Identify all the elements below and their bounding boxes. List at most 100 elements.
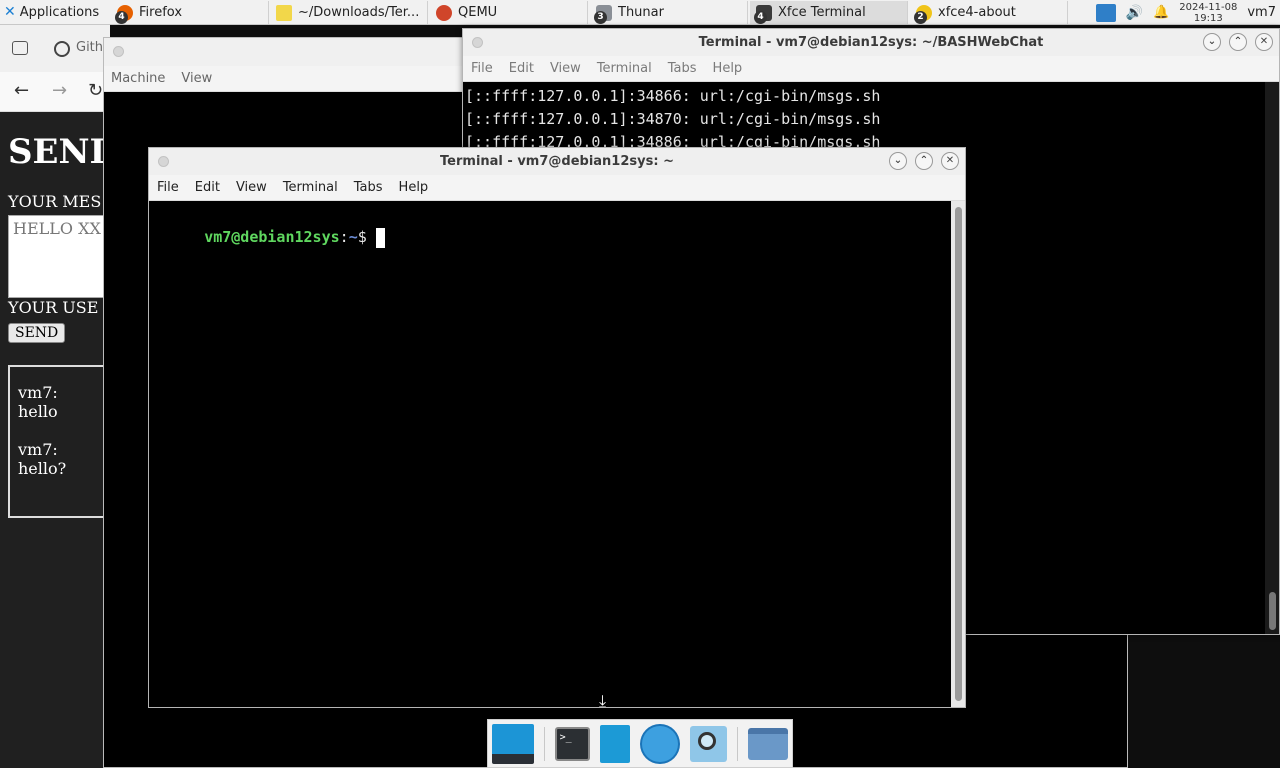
applications-menu[interactable]: ✕ Applications xyxy=(0,0,103,25)
task-text-editor[interactable]: ~/Downloads/Ter... xyxy=(270,1,428,24)
applications-label: Applications xyxy=(19,4,100,20)
menu-view[interactable]: View xyxy=(236,180,267,195)
minimize-icon[interactable]: ⌄ xyxy=(1203,33,1221,51)
reload-icon[interactable]: ↻ xyxy=(88,80,103,101)
prompt-user: vm7@debian12sys xyxy=(204,228,340,246)
window-title: Terminal - vm7@debian12sys: ~/BASHWebCha… xyxy=(698,35,1044,50)
terminal-line: [::ffff:127.0.0.1]:34870: url:/cgi-bin/m… xyxy=(465,110,881,128)
send-button[interactable]: SEND xyxy=(8,323,66,343)
task-label: Thunar xyxy=(618,5,664,20)
webchat-page: SENI YOUR MES HELLO XX YOUR USE SEND vm7… xyxy=(0,112,110,768)
scrollbar-thumb[interactable] xyxy=(955,207,962,701)
user-menu[interactable]: vm7 xyxy=(1247,5,1276,20)
menu-view[interactable]: View xyxy=(181,71,212,86)
task-qemu[interactable]: QEMU xyxy=(430,1,588,24)
menu-file[interactable]: File xyxy=(157,180,179,195)
prompt-symbol: $ xyxy=(357,228,367,246)
firefox-window: Githu ← → ↻ SENI YOUR MES HELLO XX YOUR … xyxy=(0,25,111,768)
file-manager-icon[interactable] xyxy=(600,724,631,763)
dock-separator xyxy=(737,726,739,761)
text-cursor xyxy=(375,227,385,248)
menu-tabs[interactable]: Tabs xyxy=(668,61,697,76)
terminal-icon[interactable]: >_ xyxy=(554,726,591,761)
terminal-window-home: Terminal - vm7@debian12sys: ~ ⌄ ⌃ ✕ File… xyxy=(148,147,966,708)
task-firefox[interactable]: 4 Firefox xyxy=(111,1,269,24)
menu-machine[interactable]: Machine xyxy=(111,71,165,86)
task-label: xfce4-about xyxy=(938,5,1016,20)
dock: >_ xyxy=(487,719,793,768)
close-icon[interactable]: ✕ xyxy=(1255,33,1273,51)
username-label: YOUR USE xyxy=(8,298,99,317)
window-menu-icon[interactable] xyxy=(113,46,124,57)
terminal-scrollbar[interactable] xyxy=(1265,82,1279,634)
close-icon[interactable]: ✕ xyxy=(941,152,959,170)
xfce-logo-icon: ✕ xyxy=(4,4,16,20)
terminal-scrollbar[interactable] xyxy=(951,201,965,707)
page-title: SENI xyxy=(8,132,106,172)
network-icon[interactable] xyxy=(1095,3,1116,22)
menu-help[interactable]: Help xyxy=(399,180,429,195)
firefox-nav-bar: ← → ↻ xyxy=(0,72,110,112)
message-text: hello? xyxy=(18,459,67,478)
menu-file[interactable]: File xyxy=(471,61,493,76)
message-label: YOUR MES xyxy=(8,192,102,211)
message-user: vm7: xyxy=(18,440,58,459)
menu-terminal[interactable]: Terminal xyxy=(597,61,652,76)
terminal-titlebar[interactable]: Terminal - vm7@debian12sys: ~/BASHWebCha… xyxy=(463,29,1279,56)
notifications-icon[interactable]: 🔔 xyxy=(1153,5,1169,20)
maximize-icon[interactable]: ⌃ xyxy=(1229,33,1247,51)
top-panel: ✕ Applications 4 Firefox ~/Downloads/Ter… xyxy=(0,0,1280,25)
clock[interactable]: 2024-11-08 19:13 xyxy=(1179,2,1237,24)
download-arrow-icon: ⤓ xyxy=(599,691,607,710)
task-label: Firefox xyxy=(139,5,183,20)
task-label: Xfce Terminal xyxy=(778,5,866,20)
app-finder-icon[interactable] xyxy=(689,725,728,762)
terminal-menubar: File Edit View Terminal Tabs Help xyxy=(149,175,965,201)
message-text: hello xyxy=(18,402,58,421)
forward-icon[interactable]: → xyxy=(52,80,67,101)
task-label: QEMU xyxy=(458,5,498,20)
about-icon: 2 xyxy=(914,4,932,24)
terminal-titlebar[interactable]: Terminal - vm7@debian12sys: ~ ⌄ ⌃ ✕ xyxy=(149,148,965,175)
task-xfce-terminal[interactable]: 4 Xfce Terminal xyxy=(750,1,908,24)
message-user: vm7: xyxy=(18,383,58,402)
system-tray: 🔊 🔔 2024-11-08 19:13 vm7 xyxy=(1095,0,1280,25)
task-thunar[interactable]: 3 Thunar xyxy=(590,1,748,24)
chat-messages: vm7: hello vm7: hello? xyxy=(8,365,108,518)
terminal-line: [::ffff:127.0.0.1]:34866: url:/cgi-bin/m… xyxy=(465,87,881,105)
terminal-icon: 4 xyxy=(754,4,772,24)
volume-icon[interactable]: 🔊 xyxy=(1126,5,1143,21)
task-xfce4-about[interactable]: 2 xfce4-about xyxy=(910,1,1068,24)
window-menu-icon[interactable] xyxy=(158,156,169,167)
menu-edit[interactable]: Edit xyxy=(509,61,534,76)
terminal-menubar: File Edit View Terminal Tabs Help xyxy=(463,56,1279,82)
prompt-line: vm7@debian12sys:~$ xyxy=(150,203,964,248)
window-title: Terminal - vm7@debian12sys: ~ xyxy=(440,154,674,169)
show-desktop-icon[interactable] xyxy=(492,723,534,764)
thunar-icon: 3 xyxy=(594,4,612,24)
menu-tabs[interactable]: Tabs xyxy=(354,180,383,195)
minimize-icon[interactable]: ⌄ xyxy=(889,152,907,170)
firefox-icon: 4 xyxy=(115,4,133,24)
tab-overview-icon[interactable] xyxy=(12,41,28,55)
prompt-path: ~ xyxy=(348,228,358,246)
text-editor-icon xyxy=(276,4,292,21)
window-menu-icon[interactable] xyxy=(472,37,483,48)
menu-view[interactable]: View xyxy=(550,61,581,76)
task-label: ~/Downloads/Ter... xyxy=(298,5,420,20)
web-browser-icon[interactable] xyxy=(640,723,680,764)
menu-terminal[interactable]: Terminal xyxy=(283,180,338,195)
message-input[interactable]: HELLO XX xyxy=(8,215,108,298)
menu-help[interactable]: Help xyxy=(713,61,743,76)
prompt-separator: : xyxy=(339,228,349,246)
terminal-output[interactable]: vm7@debian12sys:~$ xyxy=(149,201,965,707)
scrollbar-thumb[interactable] xyxy=(1269,592,1276,630)
maximize-icon[interactable]: ⌃ xyxy=(915,152,933,170)
folder-icon[interactable] xyxy=(748,727,788,760)
back-icon[interactable]: ← xyxy=(14,80,29,101)
firefox-tab-bar: Githu xyxy=(0,25,111,72)
menu-edit[interactable]: Edit xyxy=(195,180,220,195)
qemu-icon xyxy=(436,4,452,21)
dock-separator xyxy=(543,726,545,761)
github-icon xyxy=(54,41,70,57)
